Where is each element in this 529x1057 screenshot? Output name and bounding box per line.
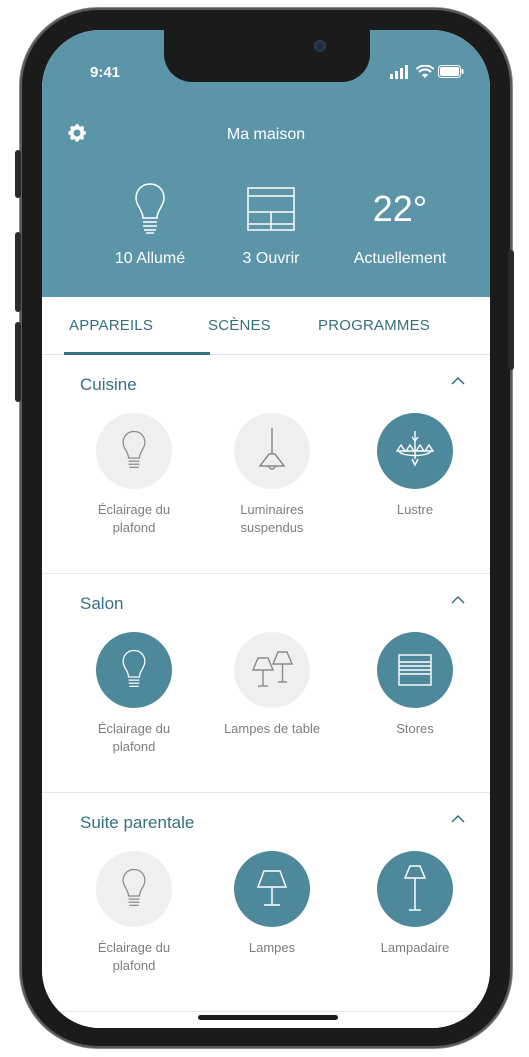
pendant-lamp-icon: [258, 428, 286, 470]
home-header: 9:41 Ma maison 10 Allumé 3 Ouvrir 22° Ac…: [42, 30, 490, 305]
bulb-icon: [135, 183, 165, 234]
device-toggle[interactable]: [96, 632, 172, 708]
table-lamp-icon: [256, 870, 288, 906]
floor-lamp-icon: [403, 865, 427, 911]
device-name: Éclairage du plafond: [97, 940, 171, 973]
device-toggle[interactable]: [234, 851, 310, 927]
home-indicator[interactable]: [198, 1015, 338, 1020]
device-toggle[interactable]: [96, 413, 172, 489]
device-name: Lampadaire: [380, 940, 450, 955]
table-lamps-icon: [251, 651, 294, 687]
temperature-label: Actuellement: [353, 250, 447, 267]
room-section-salon: Salon Éclairage du plafond Lampes de tab…: [42, 574, 490, 793]
device-toggle[interactable]: [377, 632, 453, 708]
tab-appareils[interactable]: APPAREILS: [69, 317, 153, 334]
notch: [164, 30, 370, 82]
signal-icon: [390, 65, 408, 79]
power-button: [508, 250, 514, 370]
chevron-up-icon[interactable]: [450, 375, 466, 387]
bulb-icon: [122, 868, 146, 906]
battery-icon: [438, 65, 464, 78]
bulb-icon: [122, 430, 146, 468]
volume-down-button: [15, 322, 21, 402]
device-name: Lustre: [396, 502, 434, 517]
room-title: Suite parentale: [80, 813, 195, 832]
blinds-icon: [398, 654, 432, 686]
chevron-up-icon[interactable]: [450, 813, 466, 825]
temperature-value: 22°: [372, 188, 428, 229]
device-tile[interactable]: Lampadaire: [345, 851, 485, 957]
device-toggle[interactable]: [377, 413, 453, 489]
device-name: Luminaires suspendus: [240, 502, 304, 535]
device-name: Éclairage du plafond: [97, 721, 171, 754]
mute-switch: [15, 150, 21, 198]
lights-on-stat: 10 Allumé: [80, 180, 220, 268]
device-tile[interactable]: Éclairage du plafond: [64, 851, 204, 975]
tab-programmes[interactable]: PROGRAMMES: [318, 317, 430, 334]
volume-up-button: [15, 232, 21, 312]
device-toggle[interactable]: [377, 851, 453, 927]
blinds-icon: [247, 187, 295, 231]
chevron-up-icon[interactable]: [450, 594, 466, 606]
wifi-icon: [416, 65, 434, 78]
tab-bar: APPAREILS SCÈNES PROGRAMMES: [42, 297, 490, 355]
room-section-suite-parentale: Suite parentale Éclairage du plafond Lam…: [42, 793, 490, 1012]
device-name: Lampes: [248, 940, 296, 955]
blinds-open-stat: 3 Ouvrir: [201, 180, 341, 268]
tab-scenes[interactable]: SCÈNES: [208, 317, 271, 334]
device-tile[interactable]: Lampes: [202, 851, 342, 957]
app-screen: 9:41 Ma maison 10 Allumé 3 Ouvrir 22° Ac…: [42, 30, 490, 1028]
device-toggle[interactable]: [234, 413, 310, 489]
home-title: Ma maison: [226, 126, 306, 143]
device-toggle[interactable]: [234, 632, 310, 708]
room-title: Cuisine: [80, 375, 137, 394]
device-name: Éclairage du plafond: [97, 502, 171, 535]
device-tile[interactable]: Lustre: [345, 413, 485, 519]
device-name: Stores: [396, 721, 434, 736]
lights-on-label: 10 Allumé: [114, 250, 186, 267]
device-name: Lampes de table: [223, 721, 321, 736]
device-tile[interactable]: Éclairage du plafond: [64, 632, 204, 756]
room-section-cuisine: Cuisine Éclairage du plafond Luminaires …: [42, 355, 490, 574]
temperature-stat: 22° Actuellement: [330, 180, 470, 268]
room-title: Salon: [80, 594, 124, 613]
device-tile[interactable]: Luminaires suspendus: [202, 413, 342, 537]
bulb-icon: [122, 649, 146, 687]
chandelier-icon: [395, 431, 435, 467]
devices-panel: APPAREILS SCÈNES PROGRAMMES Cuisine Écla…: [42, 297, 490, 1028]
device-tile[interactable]: Stores: [345, 632, 485, 738]
status-icons: [390, 60, 464, 82]
device-toggle[interactable]: [96, 851, 172, 927]
device-tile[interactable]: Lampes de table: [202, 632, 342, 738]
device-tile[interactable]: Éclairage du plafond: [64, 413, 204, 537]
camera-icon: [314, 40, 326, 52]
status-time: 9:41: [90, 64, 121, 81]
blinds-open-label: 3 Ouvrir: [242, 250, 300, 267]
